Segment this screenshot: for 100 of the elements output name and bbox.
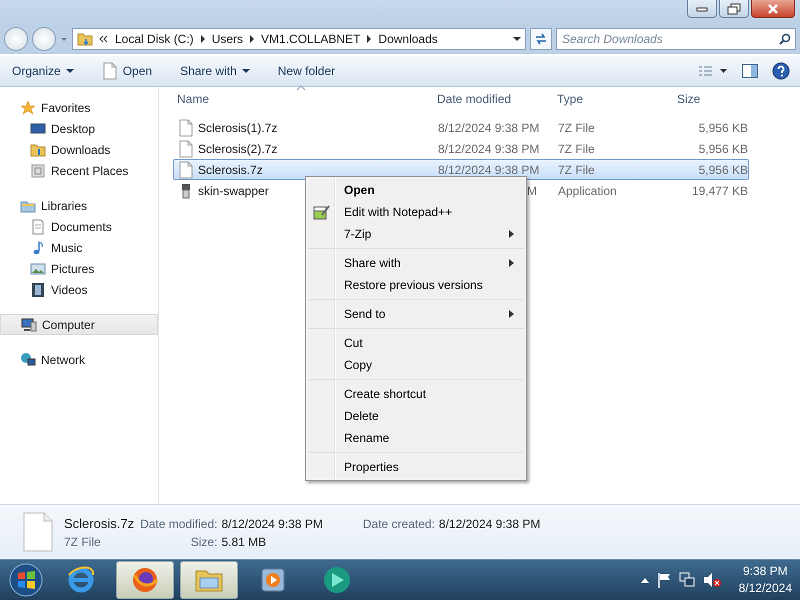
table-cell-text: 5,956 KB	[698, 162, 749, 176]
help-icon[interactable]	[772, 62, 790, 80]
sort-icon	[297, 85, 305, 90]
column-header[interactable]: Size	[673, 92, 751, 106]
minimize-button[interactable]	[687, 0, 717, 18]
file-name[interactable]: Sclerosis(2).7z	[198, 142, 278, 156]
computer-icon	[21, 316, 37, 332]
table-cell-text: 7Z File	[557, 120, 596, 134]
chevron-icon[interactable]	[99, 35, 109, 43]
column-header[interactable]: Name	[173, 92, 433, 106]
close-button[interactable]	[751, 0, 795, 18]
view-options-icon[interactable]	[698, 65, 728, 77]
selected-file-row[interactable]: Sclerosis.7z 8/12/2024 9:38 PM 7Z File 5,956 KB	[173, 159, 749, 180]
toolbar-button[interactable]: Open	[100, 60, 154, 82]
clock-time[interactable]: 9:38 PM	[742, 563, 788, 580]
recent-places-icon	[30, 162, 46, 178]
forward-button[interactable]	[32, 27, 56, 51]
sidebar-item[interactable]: Pictures	[0, 258, 158, 279]
menu-item[interactable]: Send to	[308, 303, 524, 325]
back-button[interactable]	[4, 27, 28, 51]
search-field[interactable]: Search Downloads	[556, 28, 796, 50]
breadcrumb-item[interactable]: Users	[212, 32, 244, 46]
file-icon	[178, 140, 194, 158]
sidebar-item[interactable]: Recent Places	[0, 160, 158, 181]
sidebar-item[interactable]: Network	[0, 349, 158, 370]
table-cell-text: 8/12/2024 9:38 PM	[437, 120, 540, 134]
file-name[interactable]: Sclerosis(1).7z	[198, 120, 278, 134]
field-label: Date created:	[362, 516, 435, 530]
field-value: 8/12/2024 9:38 PM	[221, 516, 323, 530]
document-icon	[30, 218, 46, 234]
menu-item[interactable]: Rename	[308, 427, 524, 449]
play-circle-icon	[322, 565, 352, 595]
e-logo-icon	[66, 565, 96, 595]
breadcrumb-arrow-icon[interactable]	[200, 35, 206, 43]
table-cell-text: Application	[557, 184, 618, 198]
submenu-arrow-icon	[509, 230, 514, 238]
monitor-icon	[30, 120, 46, 136]
sidebar-item[interactable]: Favorites	[0, 97, 158, 118]
refresh-button[interactable]	[530, 28, 552, 50]
restore-button[interactable]	[719, 0, 749, 18]
file-icon	[22, 512, 54, 552]
show-hidden-icons-icon[interactable]	[640, 577, 649, 583]
menu-item[interactable]: Cut	[308, 332, 524, 354]
field-label: Size:	[190, 534, 218, 548]
breadcrumb-arrow-icon[interactable]	[249, 35, 256, 43]
menu-item[interactable]: 7-Zip	[308, 223, 524, 245]
toolbar-button[interactable]: Organize	[10, 62, 76, 80]
menu-item[interactable]: Restore previous versions	[308, 274, 524, 296]
column-header[interactable]: Type	[553, 92, 673, 106]
file-name[interactable]: Sclerosis.7z	[198, 162, 263, 176]
refresh-icon	[533, 32, 549, 46]
menu-item[interactable]: Delete	[308, 405, 524, 427]
restore-icon	[727, 2, 741, 14]
speaker-muted-icon[interactable]	[702, 572, 721, 588]
file-icon	[102, 62, 118, 80]
notepad-icon	[312, 203, 330, 221]
breadcrumb-arrow-icon[interactable]	[366, 35, 372, 43]
sidebar-item[interactable]: Videos	[0, 279, 158, 300]
table-cell-text: 19,477 KB	[690, 184, 749, 198]
sidebar-item[interactable]: Desktop	[0, 118, 158, 139]
minimize-icon	[696, 6, 708, 12]
menu-item[interactable]: Share with	[308, 252, 524, 274]
search-icon[interactable]	[779, 33, 791, 45]
table-cell-text: 8/12/2024 9:38 PM	[437, 162, 540, 176]
close-icon	[767, 4, 779, 14]
toolbar-button[interactable]: New folder	[276, 62, 338, 80]
taskbar-button[interactable]	[116, 561, 174, 599]
column-header[interactable]: Date modified	[433, 92, 553, 106]
folder-icon	[30, 142, 46, 158]
preview-pane-icon[interactable]	[742, 64, 758, 78]
file-icon	[178, 118, 194, 136]
breadcrumb-item[interactable]: VM1.COLLABNET	[261, 32, 360, 46]
sidebar-item[interactable]: Libraries	[0, 195, 158, 216]
caret-icon[interactable]	[513, 36, 521, 42]
table-cell-text: 7Z File	[557, 162, 596, 176]
file-name: Sclerosis.7z	[64, 516, 134, 530]
menu-item[interactable]: Properties	[308, 456, 524, 478]
windows-logo-icon	[9, 563, 43, 597]
flag-icon[interactable]	[656, 572, 671, 588]
table-cell-text: 8/12/2024 9:38 PM	[437, 142, 540, 156]
menu-item[interactable]: Create shortcut	[308, 383, 524, 405]
menu-item[interactable]: Copy	[308, 354, 524, 376]
menu-item[interactable]: Edit with Notepad++	[308, 201, 524, 223]
sidebar-item[interactable]: Documents	[0, 216, 158, 237]
address-field[interactable]: Local Disk (C:) Users VM1.COLLABNET Downloads	[72, 28, 526, 50]
network-icon[interactable]	[678, 572, 695, 588]
breadcrumb-item[interactable]: Downloads	[378, 32, 438, 46]
menu-item[interactable]: Open	[308, 179, 524, 201]
sidebar-item[interactable]: Computer	[0, 314, 158, 335]
fox-globe-icon	[130, 565, 160, 595]
sidebar-item[interactable]: Music	[0, 237, 158, 258]
sidebar-item[interactable]: Downloads	[0, 139, 158, 160]
field-label: Date modified:	[140, 516, 218, 530]
submenu-arrow-icon	[509, 259, 514, 267]
clock-date[interactable]: 8/12/2024	[738, 580, 792, 597]
film-icon	[30, 282, 46, 298]
breadcrumb-item[interactable]: Local Disk (C:)	[115, 32, 194, 46]
field-value: 8/12/2024 9:38 PM	[438, 516, 540, 530]
toolbar-button[interactable]: Share with	[178, 62, 252, 80]
file-name[interactable]: skin-swapper	[198, 184, 269, 198]
